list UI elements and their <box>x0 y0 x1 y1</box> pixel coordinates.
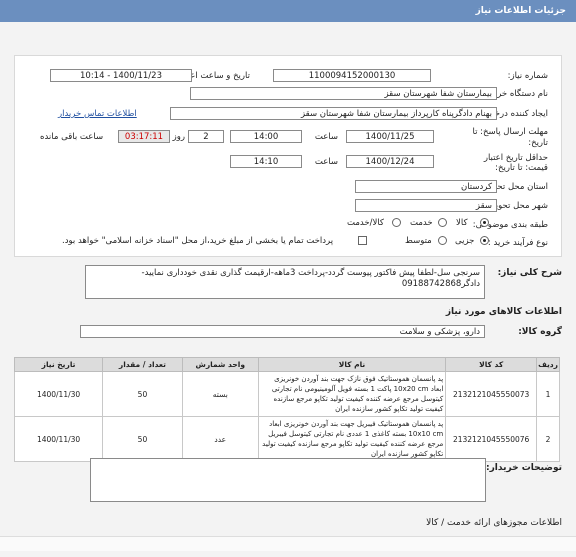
buyer-org-field: بیمارستان شفا شهرستان سقز <box>190 87 497 100</box>
category-option-goods: کالا <box>456 218 468 228</box>
validity-date-field: 1400/12/24 <box>346 155 434 168</box>
process-radio-minor[interactable] <box>480 236 489 245</box>
process-option-medium: متوسط <box>405 236 432 246</box>
row-date: 1400/11/30 <box>13 371 104 417</box>
province-field: کردستان <box>355 180 497 193</box>
deadline-sublabel: تاریخ: <box>528 138 548 148</box>
table-row: 1 2132121045550073 پد پانسمان هموستاتیک … <box>13 371 560 417</box>
deadline-time-label: ساعت <box>314 132 338 142</box>
col-name: نام کالا <box>257 357 447 372</box>
row-index: 2 <box>536 416 560 462</box>
need-number-label: شماره نیاز: <box>507 71 548 81</box>
row-code: 2132121045550076 <box>445 416 538 462</box>
general-desc-label: شرح کلی نیاز: <box>497 268 562 278</box>
category-option-service: خدمت <box>410 218 433 228</box>
category-option-both: کالا/خدمت <box>347 218 384 228</box>
category-radio-service[interactable] <box>438 218 447 227</box>
validity-time-field: 14:10 <box>230 155 302 168</box>
col-index: ردیف <box>536 357 560 372</box>
process-label: نوع فرآیند خرید : <box>487 238 548 248</box>
city-field: سقز <box>355 199 497 212</box>
need-number-field: 1100094152000130 <box>273 69 431 82</box>
process-option-minor: جزیی <box>455 236 475 246</box>
goods-group-field: دارو، پزشکی و سلامت <box>80 325 485 338</box>
window-title: جزئیات اطلاعات نیاز <box>475 6 566 16</box>
remaining-label: ساعت باقی مانده <box>40 132 104 142</box>
remaining-timer: 03:17:11 <box>118 130 170 143</box>
process-radio-medium[interactable] <box>438 236 447 245</box>
buyer-contact-link[interactable]: اطلاعات تماس خریدار <box>58 109 137 119</box>
row-qty: 50 <box>102 371 183 417</box>
goods-heading: اطلاعات کالاهای مورد نیاز <box>445 307 562 317</box>
category-radio-goods[interactable] <box>480 218 489 227</box>
col-code: کد کالا <box>445 357 538 372</box>
row-index: 1 <box>536 371 560 417</box>
buyer-notes-label: توضیحات خریدار: <box>486 463 562 473</box>
deadline-date-field: 1400/11/25 <box>346 130 434 143</box>
treasury-note: پرداخت تمام یا بخشی از مبلغ خرید،از محل … <box>62 236 334 246</box>
general-desc-field: سرنجی سل-لطفا پیش فاکتور پیوست گردد-پردا… <box>85 265 485 299</box>
row-date: 1400/11/30 <box>13 416 104 462</box>
requester-field: بهنام دادگرپناه کارپرداز بیمارستان شفا ش… <box>170 107 497 120</box>
window-title-bar: جزئیات اطلاعات نیاز <box>0 0 576 22</box>
row-unit: بسته <box>181 371 259 417</box>
validity-sublabel: قیمت: تا تاریخ: <box>495 163 548 173</box>
row-name: پد پانسمان هموستاتیک فیبریل جهت بند آورد… <box>257 416 447 462</box>
row-qty: 50 <box>102 416 183 462</box>
table-row: 2 2132121045550076 پد پانسمان هموستاتیک … <box>13 416 560 462</box>
row-name: پد پانسمان هموستاتیک فوق نازک جهت بند آو… <box>257 371 447 417</box>
announce-date-field: 1400/11/23 - 10:14 <box>50 69 192 82</box>
goods-table: ردیف کد کالا نام کالا واحد شمارش تعداد /… <box>13 357 560 462</box>
deadline-time-field: 14:00 <box>230 130 302 143</box>
bottom-bar <box>0 536 576 551</box>
col-unit: واحد شمارش <box>181 357 259 372</box>
treasury-checkbox[interactable] <box>358 236 367 245</box>
deadline-days-field: 2 <box>188 130 224 143</box>
goods-table-header: ردیف کد کالا نام کالا واحد شمارش تعداد /… <box>13 357 560 372</box>
permits-heading: اطلاعات مجوزهای ارائه خدمت / کالا <box>426 518 562 528</box>
category-radio-both[interactable] <box>392 218 401 227</box>
col-date: تاریخ نیاز <box>13 357 104 372</box>
goods-group-label: گروه کالا: <box>518 327 562 337</box>
buyer-notes-field <box>90 458 486 502</box>
deadline-label: مهلت ارسال پاسخ: تا <box>472 127 548 137</box>
row-unit: عدد <box>181 416 259 462</box>
validity-time-label: ساعت <box>314 157 338 167</box>
validity-label: حداقل تاریخ اعتبار <box>483 153 548 163</box>
col-qty: تعداد / مقدار <box>102 357 183 372</box>
row-code: 2132121045550073 <box>445 371 538 417</box>
